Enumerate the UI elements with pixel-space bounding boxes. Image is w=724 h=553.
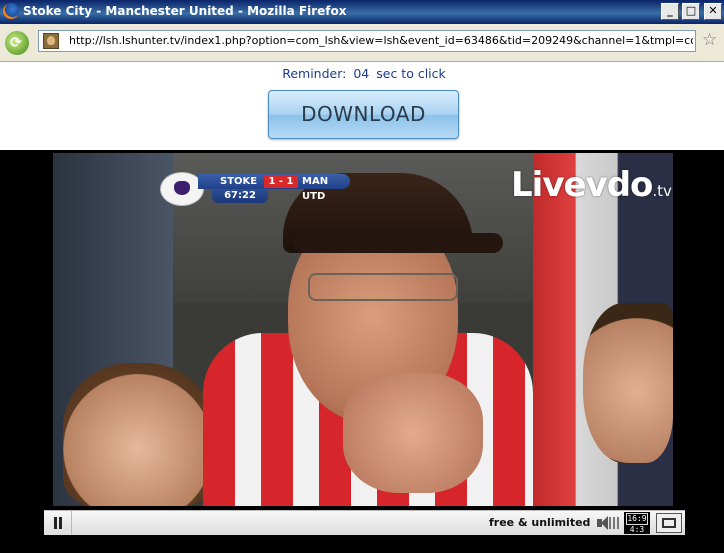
score-overlay: STOKE 1 - 1 MAN UTD 67:22: [160, 172, 352, 206]
click-reminder: Reminder: 04 sec to click: [0, 66, 724, 81]
navigation-bar: ⟳ http://lsh.lshunter.tv/index1.php?opti…: [0, 24, 724, 62]
home-team: STOKE: [220, 176, 258, 187]
minimize-button[interactable]: _: [661, 3, 679, 20]
reminder-prefix: Reminder:: [282, 66, 347, 81]
status-text: free & unlimited: [489, 516, 591, 529]
reload-icon[interactable]: ⟳: [5, 31, 29, 55]
url-field[interactable]: http://lsh.lshunter.tv/index1.php?option…: [38, 30, 696, 52]
volume-icon[interactable]: [597, 515, 621, 531]
pause-button[interactable]: [44, 511, 72, 535]
spectator-hands: [343, 373, 483, 493]
aspect-16-9[interactable]: 16:9: [626, 513, 648, 525]
away-team: MAN UTD: [302, 176, 329, 202]
fullscreen-icon[interactable]: [656, 513, 682, 533]
reminder-suffix: sec to click: [376, 66, 446, 81]
maximize-button[interactable]: □: [682, 3, 700, 20]
spectator-cap-brim: [293, 233, 503, 253]
download-button[interactable]: DOWNLOAD: [268, 90, 459, 139]
watermark-tld: .tv: [652, 182, 672, 200]
bookmark-star-icon[interactable]: ☆: [702, 31, 717, 49]
match-clock: 67:22: [212, 189, 268, 203]
livevdo-watermark: Livevdo.tv: [511, 165, 672, 205]
spectator-boy: [63, 363, 213, 506]
firefox-icon: [3, 3, 19, 19]
spectator-right: [583, 303, 673, 463]
site-favicon-icon: [43, 33, 59, 49]
close-button[interactable]: ✕: [704, 3, 722, 20]
aspect-4-3[interactable]: 4:3: [630, 525, 644, 534]
aspect-ratio-toggle[interactable]: 16:9 4:3: [624, 512, 650, 534]
spectator-glasses: [308, 273, 458, 301]
window-title: Stoke City - Manchester United - Mozilla…: [23, 4, 347, 18]
window-titlebar: Stoke City - Manchester United - Mozilla…: [0, 0, 724, 24]
player-controls: free & unlimited 16:9 4:3: [44, 510, 685, 535]
watermark-name: Livevdo: [511, 165, 653, 205]
match-score: 1 - 1: [264, 175, 298, 188]
video-frame[interactable]: STOKE 1 - 1 MAN UTD 67:22 Livevdo.tv: [53, 153, 673, 506]
score-bar: STOKE 1 - 1 MAN UTD: [198, 174, 350, 202]
url-text[interactable]: http://lsh.lshunter.tv/index1.php?option…: [69, 34, 693, 47]
reminder-seconds: 04: [353, 66, 370, 81]
